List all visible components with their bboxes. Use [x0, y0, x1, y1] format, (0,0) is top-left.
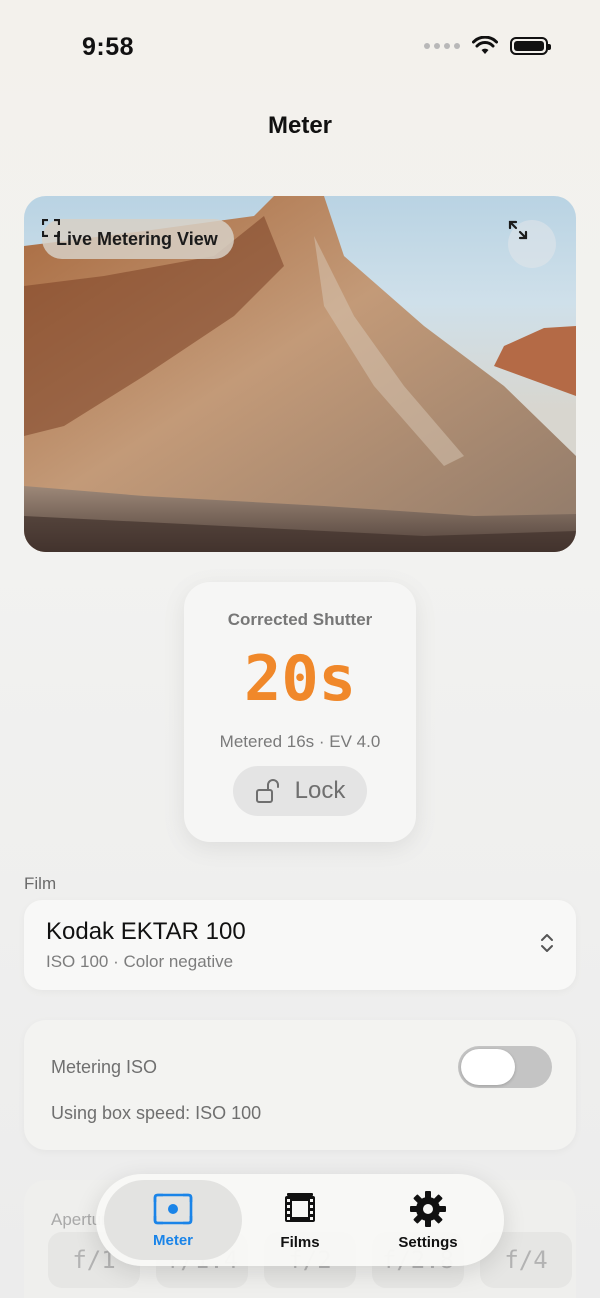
status-time: 9:58 [82, 33, 135, 61]
metering-iso-toggle[interactable] [458, 1046, 552, 1088]
film-details: ISO 100 · Color negative [46, 952, 234, 971]
gear-icon [410, 1190, 446, 1227]
live-metering-preview[interactable]: Live Metering View [24, 196, 576, 552]
film-picker[interactable]: Kodak EKTAR 100 ISO 100 · Color negative [24, 900, 576, 990]
live-metering-badge[interactable]: Live Metering View [42, 219, 234, 259]
lock-label: Lock [294, 777, 346, 804]
tab-films[interactable]: Films [236, 1180, 364, 1260]
metering-iso-label: Metering ISO [51, 1057, 158, 1077]
corrected-shutter-label: Corrected Shutter [227, 610, 373, 629]
expand-button[interactable] [508, 220, 556, 268]
battery-icon [510, 37, 551, 55]
tab-films-label: Films [280, 1233, 320, 1251]
tab-meter[interactable]: Meter [104, 1180, 242, 1260]
chevron-up-down-icon [541, 934, 553, 952]
film-name: Kodak EKTAR 100 [46, 918, 246, 945]
meter-icon [153, 1193, 193, 1224]
wifi-icon [472, 36, 498, 54]
page-title: Meter [267, 112, 333, 139]
status-bar: 9:58 [0, 0, 600, 96]
corrected-shutter-value: 20s [244, 642, 356, 715]
metering-iso-note: Using box speed: ISO 100 [51, 1103, 262, 1123]
film-icon [285, 1192, 315, 1222]
tab-settings-label: Settings [398, 1233, 458, 1251]
tab-meter-label: Meter [152, 1231, 193, 1249]
live-metering-label: Live Metering View [56, 228, 218, 249]
metered-readout: Metered 16s · EV 4.0 [219, 732, 381, 751]
corrected-shutter-card: Corrected Shutter 20s Metered 16s · EV 4… [184, 582, 416, 842]
expand-icon [508, 220, 528, 240]
status-icons [424, 36, 551, 56]
unlock-icon [255, 779, 279, 803]
tab-bar: Meter Films Settings [96, 1174, 504, 1266]
cellular-signal-icon [424, 43, 460, 49]
film-section-label: Film [24, 874, 57, 893]
viewfinder-icon [42, 219, 60, 237]
lock-button[interactable]: Lock [233, 766, 367, 816]
tab-settings[interactable]: Settings [364, 1180, 492, 1260]
metering-iso-card: Metering ISO Using box speed: ISO 100 [24, 1020, 576, 1150]
